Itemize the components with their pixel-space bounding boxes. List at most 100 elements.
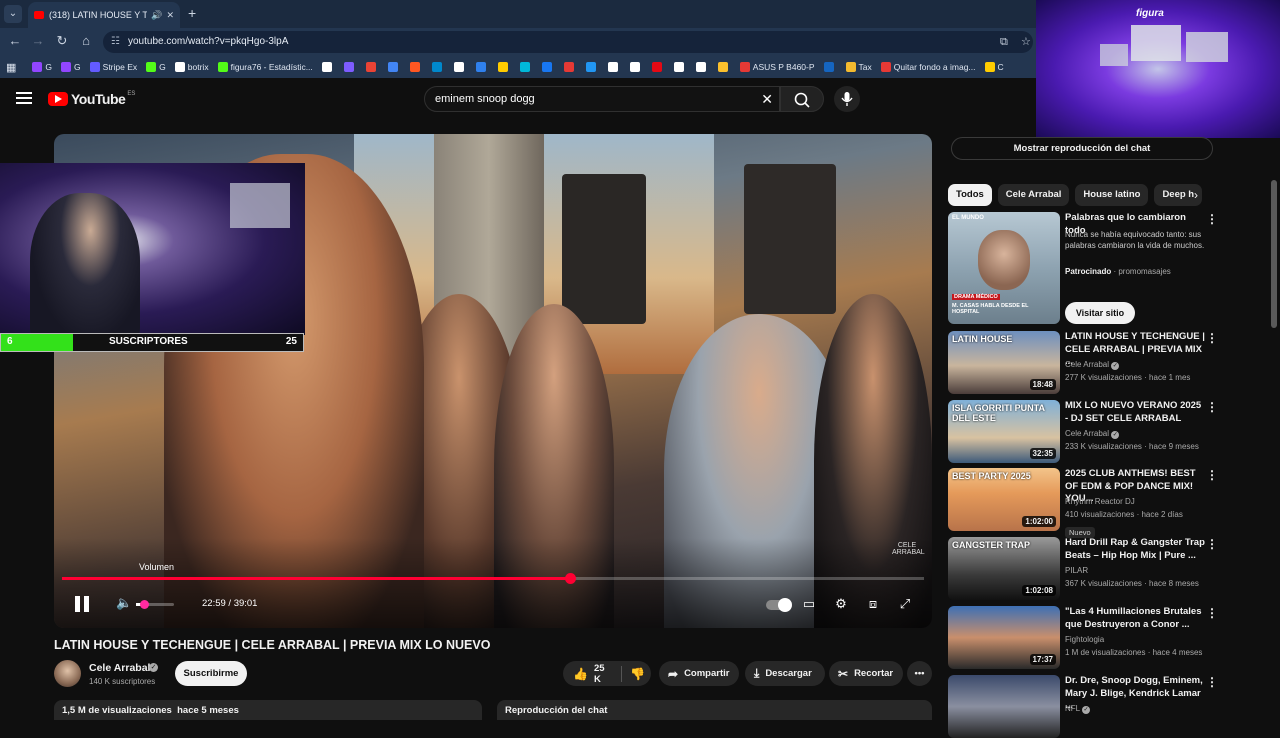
filter-chip[interactable]: House latino — [1075, 184, 1149, 206]
bookmark-item[interactable] — [453, 62, 467, 72]
bookmark-item[interactable] — [629, 62, 643, 72]
bookmark-item[interactable] — [651, 62, 665, 72]
bookmark-item[interactable]: Tax — [845, 62, 872, 72]
recommended-video[interactable]: GANGSTER TRAP 1:02:08 Hard Drill Rap & Gan… — [948, 537, 1258, 600]
bookmark-item[interactable] — [387, 62, 401, 72]
download-button[interactable]: ⤓ Descargar — [745, 661, 825, 686]
video-thumbnail[interactable] — [948, 675, 1060, 738]
youtube-logo[interactable]: YouTube ES — [48, 91, 135, 107]
address-bar[interactable]: ☷ youtube.com/watch?v=pkqHgo-3lpA ⧉ ☆ — [103, 31, 1033, 53]
progress-bar[interactable] — [62, 573, 924, 584]
bookmark-item[interactable]: Quitar fondo a imag... — [880, 62, 976, 72]
miniplayer-icon[interactable]: ⧈ — [863, 594, 883, 614]
filter-chip[interactable]: Todos — [948, 184, 992, 206]
video-thumbnail[interactable]: GANGSTER TRAP 1:02:08 — [948, 537, 1060, 600]
channel-avatar[interactable] — [54, 660, 81, 687]
more-vertical-icon[interactable]: ⋮ — [1206, 212, 1218, 226]
new-tab-button[interactable]: + — [188, 5, 196, 21]
more-vertical-icon[interactable]: ⋮ — [1206, 606, 1218, 620]
video-thumbnail[interactable]: LATIN HOUSE 18:48 — [948, 331, 1060, 394]
progress-scrubber[interactable] — [564, 573, 576, 584]
share-button[interactable]: ➦ Compartir — [659, 661, 739, 686]
more-vertical-icon[interactable]: ⋮ — [1206, 537, 1218, 551]
recommended-channel[interactable]: PILAR — [1065, 566, 1088, 575]
pause-button[interactable] — [72, 594, 92, 614]
video-thumbnail[interactable]: 17:37 — [948, 606, 1060, 669]
home-icon[interactable]: ⌂ — [77, 33, 95, 48]
install-app-icon[interactable]: ⧉ — [1000, 31, 1008, 53]
volume-slider[interactable] — [136, 600, 174, 609]
autoplay-toggle[interactable] — [766, 598, 792, 612]
sidebar-scrollbar[interactable] — [1271, 180, 1277, 328]
bookmark-item[interactable] — [519, 62, 533, 72]
forward-icon[interactable]: → — [29, 33, 47, 48]
more-vertical-icon[interactable]: ⋮ — [1206, 468, 1218, 482]
bookmark-item[interactable]: C — [984, 62, 1004, 72]
bookmark-item[interactable]: G — [146, 62, 166, 72]
bookmark-item[interactable] — [343, 62, 357, 72]
bookmark-item[interactable] — [673, 62, 687, 72]
bookmark-item[interactable] — [409, 62, 423, 72]
subscribe-button[interactable]: Suscribirme — [175, 661, 247, 686]
chat-replay-header[interactable]: Reproducción del chat — [497, 700, 932, 720]
browser-tab[interactable]: (318) LATIN HOUSE Y TECH 🔊 ✕ — [28, 2, 180, 28]
ad-thumbnail[interactable]: EL MUNDO DRAMA MÉDICO M. CASAS HABLA DES… — [948, 212, 1060, 324]
recommended-channel[interactable]: Cele Arrabal — [1065, 360, 1109, 369]
recommended-channel[interactable]: Cele Arrabal — [1065, 429, 1109, 438]
like-count[interactable]: 25 K — [594, 663, 613, 685]
hamburger-menu-icon[interactable] — [16, 92, 32, 104]
recommended-channel[interactable]: Fightologia — [1065, 635, 1104, 644]
sponsored-ad[interactable]: EL MUNDO DRAMA MÉDICO M. CASAS HABLA DES… — [948, 212, 1258, 324]
volume-handle[interactable] — [139, 600, 149, 609]
recommended-video-title[interactable]: Hard Drill Rap & Gangster Trap Beats – H… — [1065, 537, 1205, 562]
chevron-right-icon[interactable]: › — [1194, 188, 1198, 202]
settings-gear-icon[interactable]: ⚙ — [831, 594, 851, 614]
bookmark-item[interactable]: G — [32, 62, 52, 72]
channel-name[interactable]: Cele Arrabal — [89, 662, 150, 674]
show-chat-replay-button[interactable]: Mostrar reproducción del chat — [951, 137, 1213, 160]
back-icon[interactable]: ← — [6, 33, 24, 48]
recommended-video[interactable]: Dr. Dre, Snoop Dogg, Eminem, Mary J. Bli… — [948, 675, 1258, 738]
dislike-icon[interactable]: 👎 — [630, 667, 645, 681]
subtitles-icon[interactable]: ▭ — [799, 594, 819, 614]
bookmark-item[interactable] — [475, 62, 489, 72]
bookmark-item[interactable] — [717, 62, 731, 72]
apps-icon[interactable]: ▦ — [6, 61, 16, 74]
tab-close-icon[interactable]: ✕ — [166, 10, 174, 21]
reload-icon[interactable]: ↻ — [53, 33, 71, 49]
bookmark-item[interactable]: botrix — [174, 62, 209, 72]
bookmark-item[interactable]: figura76 - Estadístic... — [217, 62, 313, 72]
more-vertical-icon[interactable]: ⋮ — [1206, 675, 1218, 689]
video-thumbnail[interactable]: BEST PARTY 2025 1:02:00 — [948, 468, 1060, 531]
fullscreen-icon[interactable]: ⤢ — [895, 594, 915, 614]
bookmark-item[interactable] — [695, 62, 709, 72]
recommended-video[interactable]: ISLA GORRITI PUNTA DEL ESTE 32:35 MIX LO N… — [948, 400, 1258, 463]
bookmark-item[interactable] — [585, 62, 599, 72]
bookmark-item[interactable] — [365, 62, 379, 72]
search-input[interactable]: eminem snoop dogg ✕ — [424, 86, 780, 112]
volume-icon[interactable]: 🔈 — [116, 595, 132, 611]
recommended-video[interactable]: 17:37 "Las 4 Humillaciones Brutales que D… — [948, 606, 1258, 669]
bookmark-item[interactable] — [541, 62, 555, 72]
tab-search-button[interactable]: ⌄ — [4, 5, 22, 23]
site-info-icon[interactable]: ☷ — [111, 31, 120, 53]
bookmark-star-icon[interactable]: ☆ — [1021, 31, 1031, 53]
clear-search-icon[interactable]: ✕ — [761, 87, 773, 111]
bookmark-item[interactable]: ASUS P B460-P — [739, 62, 815, 72]
search-button[interactable] — [780, 86, 824, 112]
recommended-video-title[interactable]: MIX LO NUEVO VERANO 2025 - DJ SET CELE A… — [1065, 400, 1205, 425]
more-vertical-icon[interactable]: ⋮ — [1206, 400, 1218, 414]
bookmark-item[interactable] — [607, 62, 621, 72]
visit-site-button[interactable]: Visitar sitio — [1065, 302, 1135, 324]
clip-button[interactable]: ✂ Recortar — [829, 661, 903, 686]
bookmark-item[interactable] — [431, 62, 445, 72]
recommended-channel[interactable]: Rhythm Reactor DJ — [1065, 497, 1135, 506]
like-icon[interactable]: 👍 — [573, 667, 588, 681]
recommended-video-title[interactable]: "Las 4 Humillaciones Brutales que Destru… — [1065, 606, 1205, 631]
bookmark-item[interactable]: Stripe Ex — [89, 62, 137, 72]
more-vertical-icon[interactable]: ⋮ — [1206, 331, 1218, 345]
more-actions-button[interactable]: ••• — [907, 661, 932, 686]
voice-search-button[interactable] — [834, 86, 860, 112]
tab-audio-icon[interactable]: 🔊 — [151, 10, 162, 21]
bookmark-item[interactable] — [823, 62, 837, 72]
